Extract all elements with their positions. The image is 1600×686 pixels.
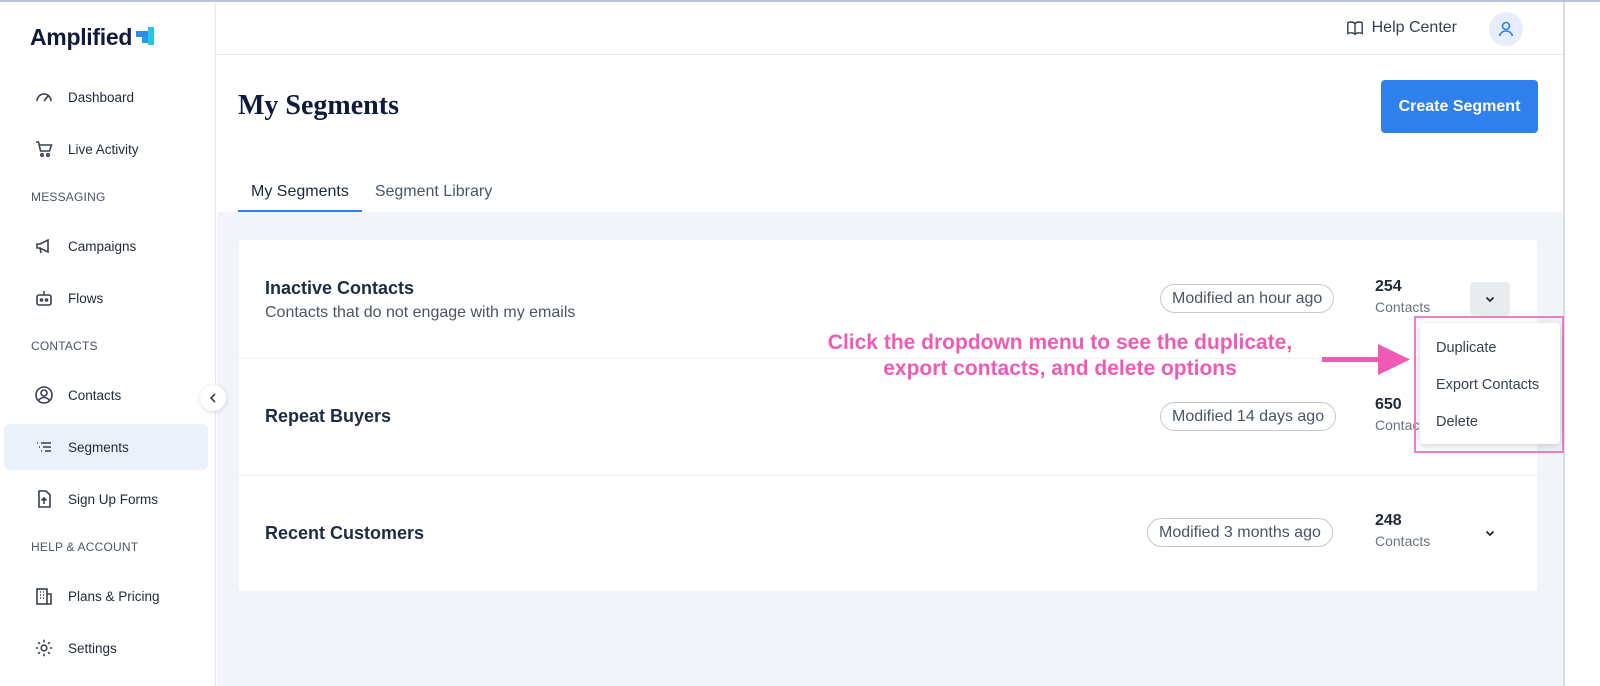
file-upload-icon [34, 489, 54, 509]
create-segment-button[interactable]: Create Segment [1381, 80, 1538, 133]
contact-count-label: Contacts [1375, 533, 1431, 549]
megaphone-icon [34, 236, 54, 256]
robot-icon [34, 288, 54, 308]
logo-mark-icon [136, 26, 155, 45]
segment-name[interactable]: Recent Customers [265, 523, 424, 544]
collapse-sidebar-button[interactable] [200, 385, 226, 411]
chevron-down-icon [1485, 296, 1495, 303]
menu-item-delete[interactable]: Delete [1420, 403, 1560, 440]
annotation-arrow-icon [1322, 344, 1410, 375]
help-center-link[interactable]: Help Center [1346, 19, 1457, 37]
sidebar-item-label: Segments [68, 439, 129, 455]
section-label-contacts: CONTACTS [31, 339, 98, 353]
segment-name[interactable]: Inactive Contacts [265, 278, 414, 299]
segment-dropdown-toggle[interactable] [1470, 282, 1510, 316]
list-icon [34, 437, 54, 457]
modified-badge: Modified 3 months ago [1147, 518, 1333, 547]
segment-description: Contacts that do not engage with my emai… [265, 304, 576, 321]
sidebar-item-live-activity[interactable]: Live Activity [4, 126, 208, 172]
sidebar-item-label: Campaigns [68, 238, 137, 254]
contact-count-label: Contacts [1375, 299, 1431, 315]
top-header: Help Center [217, 2, 1565, 55]
tab-bar: My Segments Segment Library [238, 170, 505, 213]
menu-item-export-contacts[interactable]: Export Contacts [1420, 366, 1560, 403]
contact-count: 248 [1375, 512, 1402, 529]
page-title: My Segments [238, 90, 399, 121]
sidebar-item-label: Settings [68, 640, 117, 656]
menu-item-duplicate[interactable]: Duplicate [1420, 329, 1560, 366]
segment-dropdown-toggle[interactable] [1470, 516, 1510, 550]
sidebar-item-sign-up-forms[interactable]: Sign Up Forms [4, 476, 208, 522]
sidebar-item-plans-pricing[interactable]: Plans & Pricing [4, 573, 208, 619]
sidebar-item-settings[interactable]: Settings [4, 625, 208, 671]
segment-name[interactable]: Repeat Buyers [265, 406, 391, 427]
sidebar-item-label: Flows [68, 290, 104, 306]
cart-icon [34, 139, 54, 159]
logo-text: Amplified [30, 24, 133, 50]
sidebar-item-label: Sign Up Forms [68, 491, 159, 507]
sidebar-item-flows[interactable]: Flows [4, 275, 208, 321]
sidebar-item-label: Live Activity [68, 141, 139, 157]
sidebar-item-contacts[interactable]: Contacts [4, 372, 208, 418]
tab-segment-library[interactable]: Segment Library [362, 170, 505, 213]
sidebar-item-label: Dashboard [68, 89, 135, 105]
segment-list: Inactive Contacts Contacts that do not e… [239, 240, 1537, 591]
book-icon [1346, 21, 1363, 36]
contact-count: 254 [1375, 278, 1402, 295]
contact-count: 650 [1375, 396, 1402, 413]
section-label-help-account: HELP & ACCOUNT [31, 540, 139, 554]
tab-my-segments[interactable]: My Segments [238, 170, 362, 213]
chevron-left-icon [209, 393, 216, 403]
sidebar-item-label: Plans & Pricing [68, 588, 160, 604]
modified-badge: Modified an hour ago [1160, 284, 1335, 313]
help-center-label: Help Center [1371, 19, 1457, 36]
annotation-callout: Click the dropdown menu to see the dupli… [790, 330, 1330, 382]
sidebar-item-campaigns[interactable]: Campaigns [4, 223, 208, 269]
user-icon [1498, 21, 1514, 37]
sidebar: Amplified Dashboard Live Activity MESSAG… [0, 2, 216, 686]
sidebar-item-label: Contacts [68, 387, 122, 403]
modified-badge: Modified 14 days ago [1160, 402, 1337, 431]
avatar[interactable] [1489, 12, 1523, 46]
sidebar-item-dashboard[interactable]: Dashboard [4, 74, 208, 120]
sidebar-item-segments[interactable]: Segments [4, 424, 208, 470]
gauge-icon [34, 87, 54, 107]
gear-icon [34, 638, 54, 658]
annotation-line-2: export contacts, and delete options [883, 357, 1237, 380]
annotation-line-1: Click the dropdown menu to see the dupli… [827, 331, 1293, 354]
chevron-down-icon [1485, 530, 1495, 537]
user-circle-icon [34, 385, 54, 405]
segment-row[interactable]: Recent Customers Modified 3 months ago 2… [239, 476, 1537, 591]
building-icon [34, 586, 54, 606]
segment-actions-menu: Duplicate Export Contacts Delete [1420, 323, 1560, 444]
logo[interactable]: Amplified [30, 24, 155, 51]
section-label-messaging: MESSAGING [31, 190, 106, 204]
